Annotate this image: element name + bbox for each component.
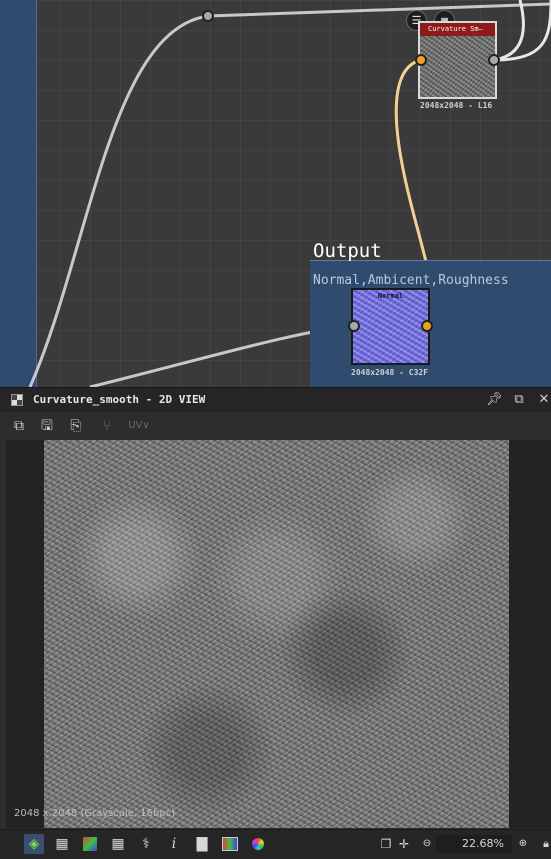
curvature-input-pin[interactable] [415,54,427,66]
output-frame-title: Output [313,240,382,262]
curvature-smooth-node[interactable]: Curvature Sm— [418,21,497,99]
pan-icon[interactable]: ✛ [394,834,414,854]
save-icon[interactable]: 🖫︎ [38,417,56,435]
normal-input-pin[interactable] [348,320,360,332]
close-icon[interactable]: ✕ [536,392,551,408]
channel-wheel-icon[interactable] [248,834,268,854]
zoom-in-icon[interactable]: ⊕ [513,834,533,854]
panel-titlebar: Curvature_smooth - 2D VIEW 📌︎ ⧉ ✕ [0,388,551,412]
undock-icon[interactable]: ⧉ [511,392,527,408]
fit-view-icon[interactable]: ❐ [376,834,396,854]
gradient-icon[interactable] [80,834,100,854]
normal-node-resolution: 2048x2048 - C32F [351,368,429,377]
panel-toolbar: ⧉ 🖫︎ ⎘ ⑂ UV∨ [0,414,551,438]
normal-output-pin[interactable] [421,320,433,332]
normal-node-header: Normal [377,292,404,300]
uv-dropdown[interactable]: UV∨ [126,417,152,435]
2d-view-panel: Curvature_smooth - 2D VIEW 📌︎ ⧉ ✕ ⧉ 🖫︎ ⎘… [0,387,551,859]
copy-clipboard-icon[interactable]: ⎘ [67,417,85,435]
normal-node[interactable]: Normal [351,288,430,365]
curvature-node-resolution: 2048x2048 - L16 [420,101,493,110]
zoom-out-icon[interactable]: ⊖ [417,834,437,854]
chevron-down-icon: ∨ [142,420,150,431]
wire-reroute-dot[interactable] [202,10,214,22]
uv-label: UV [128,420,143,431]
lock-icon[interactable]: 🔒︎ [536,834,551,854]
curvature-node-header: Curvature Sm— [420,23,495,36]
color-profile-icon[interactable] [220,834,240,854]
2d-view-icon [11,394,23,406]
info-icon[interactable]: i [164,834,184,854]
copy-view-icon[interactable]: ⧉ [10,417,28,435]
2d-viewport[interactable] [6,440,551,828]
zoom-level-field[interactable]: 22.68% [436,835,512,853]
panel-title: Curvature_smooth - 2D VIEW [33,393,206,406]
histogram-icon[interactable]: ▇ [192,834,212,854]
layers-icon[interactable]: ◈ [24,834,44,854]
pin-icon[interactable]: 📌︎ [486,392,503,408]
node-graph-canvas[interactable]: Output Normal,Ambicent,Roughness ☰ ▦ Cur… [0,0,551,387]
share-icon[interactable]: ⑂ [98,417,116,435]
output-frame-subtitle: Normal,Ambicent,Roughness [313,273,509,288]
grid-icon[interactable]: ▦ [108,834,128,854]
checkerboard-icon[interactable]: ▦ [52,834,72,854]
tiling-icon[interactable]: ⚕ [136,834,156,854]
panel-bottombar: ◈ ▦ ▦ ⚕ i ▇ ❐ ✛ ⊖ 22.68% ⊕ 🔒︎ [0,829,551,859]
curvature-texture-preview [44,440,509,828]
image-info-status: 2048 x 2048 (Grayscale, 16bpc) [14,808,176,819]
curvature-output-pin[interactable] [488,54,500,66]
wire-right-white-1 [492,0,525,62]
